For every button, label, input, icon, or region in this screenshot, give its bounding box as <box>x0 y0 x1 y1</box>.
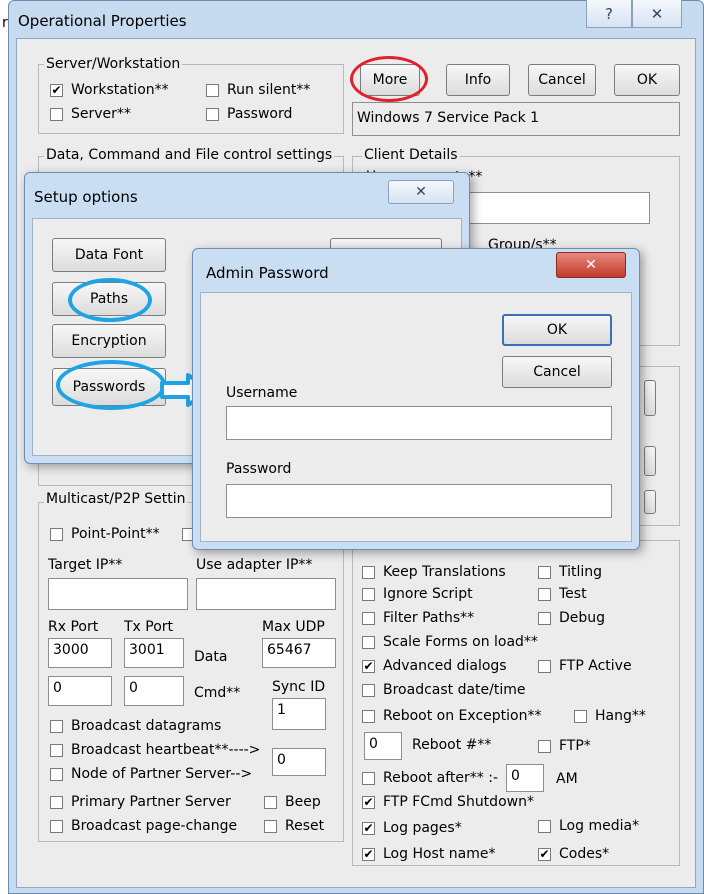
ftp-checkbox[interactable]: FTP* <box>538 736 591 756</box>
advanced-dialogs-checkbox[interactable]: ✔ Advanced dialogs <box>362 656 507 676</box>
reset-checkbox[interactable]: Reset <box>264 816 324 836</box>
hidden-button-edge-1[interactable] <box>644 380 656 416</box>
hang-checkbox[interactable]: Hang** <box>574 706 646 726</box>
server-checkbox[interactable]: Server** <box>50 104 131 124</box>
max-udp-field[interactable]: 65467 <box>262 638 336 668</box>
check-icon: ✔ <box>538 847 551 861</box>
cmd-rx-port-field[interactable]: 0 <box>48 676 112 706</box>
close-button[interactable]: ✕ <box>632 0 682 28</box>
broadcast-datetime-checkbox[interactable]: Broadcast date/time <box>362 680 526 700</box>
setup-options-title: Setup options <box>34 188 138 206</box>
reboot-exception-checkbox[interactable]: Reboot on Exception** <box>362 706 541 726</box>
titling-checkbox[interactable]: Titling <box>538 562 602 582</box>
reboot-number-label: Reboot #** <box>412 737 492 753</box>
admin-close-button[interactable]: ✕ <box>556 252 626 278</box>
os-version-display: Windows 7 Service Pack 1 <box>352 102 680 136</box>
check-icon: ✔ <box>362 847 375 861</box>
beep-checkbox[interactable]: Beep <box>264 792 321 812</box>
rx-port-field[interactable]: 3000 <box>48 638 112 668</box>
point-point-checkbox[interactable]: Point-Point** <box>50 524 160 544</box>
target-ip-label: Target IP** <box>48 557 123 573</box>
server-workstation-label: Server/Workstation <box>44 55 183 73</box>
broadcast-page-change-checkbox[interactable]: Broadcast page-change <box>50 816 237 836</box>
broadcast-heartbeat-checkbox[interactable]: Broadcast heartbeat**----> <box>50 740 260 760</box>
password-label: Password <box>226 461 292 477</box>
setup-close-button[interactable]: ✕ <box>388 180 454 204</box>
password-checkbox[interactable]: Password <box>206 104 292 124</box>
sync-id-field[interactable]: 1 <box>272 698 326 730</box>
hidden-button-edge-3[interactable] <box>644 490 656 514</box>
more-button[interactable]: More <box>360 64 420 96</box>
heartbeat-field[interactable]: 0 <box>272 748 326 776</box>
help-icon: ? <box>605 4 613 23</box>
adapter-ip-field[interactable] <box>196 578 336 610</box>
admin-ok-button[interactable]: OK <box>502 314 612 346</box>
data-label: Data <box>194 649 228 665</box>
background-text-fragment: r <box>2 15 8 31</box>
use-adapter-label: Use adapter IP** <box>196 557 313 573</box>
broadcast-datagrams-checkbox[interactable]: Broadcast datagrams <box>50 716 221 736</box>
cmd-label: Cmd** <box>194 685 241 701</box>
paths-button[interactable]: Paths <box>52 282 166 316</box>
close-icon: ✕ <box>415 184 427 200</box>
check-icon: ✔ <box>50 83 63 97</box>
hidden-button-edge-2[interactable] <box>644 446 656 476</box>
workstation-checkbox[interactable]: ✔ Workstation** <box>50 80 169 100</box>
log-media-checkbox[interactable]: Log media* <box>538 816 639 836</box>
data-settings-label: Data, Command and File control settings <box>44 146 335 164</box>
log-host-name-checkbox[interactable]: ✔ Log Host name* <box>362 844 496 864</box>
multicast-group <box>38 502 344 842</box>
cancel-button[interactable]: Cancel <box>528 64 596 96</box>
check-icon: ✔ <box>362 821 375 835</box>
ok-button[interactable]: OK <box>614 64 680 96</box>
am-label: AM <box>556 771 578 787</box>
test-checkbox[interactable]: Test <box>538 584 587 604</box>
debug-checkbox[interactable]: Debug <box>538 608 605 628</box>
ftp-active-checkbox[interactable]: FTP Active <box>538 656 632 676</box>
codes-checkbox[interactable]: ✔ Codes* <box>538 844 609 864</box>
tx-port-field[interactable]: 3001 <box>124 638 184 668</box>
admin-password-title: Admin Password <box>206 264 329 282</box>
max-udp-label: Max UDP <box>262 619 325 635</box>
close-icon: ✕ <box>650 4 664 23</box>
log-pages-checkbox[interactable]: ✔ Log pages* <box>362 818 462 838</box>
scale-forms-checkbox[interactable]: Scale Forms on load** <box>362 632 538 652</box>
help-button[interactable]: ? <box>586 0 632 28</box>
main-window-title: Operational Properties <box>18 12 187 30</box>
reboot-after-checkbox[interactable]: Reboot after** :- <box>362 768 498 788</box>
multicast-label: Multicast/P2P Settin <box>44 490 188 508</box>
password-input[interactable] <box>226 484 612 518</box>
admin-cancel-button[interactable]: Cancel <box>502 356 612 388</box>
target-ip-field[interactable] <box>48 578 188 610</box>
encryption-button[interactable]: Encryption <box>52 324 166 358</box>
ignore-script-checkbox[interactable]: Ignore Script <box>362 584 473 604</box>
tx-port-label: Tx Port <box>124 619 174 635</box>
data-font-button[interactable]: Data Font <box>52 238 166 272</box>
passwords-button[interactable]: Passwords <box>52 368 166 406</box>
reboot-after-field[interactable]: 0 <box>506 764 544 792</box>
cmd-tx-port-field[interactable]: 0 <box>124 676 184 706</box>
username-label: Username <box>226 385 298 401</box>
rx-port-label: Rx Port <box>48 619 99 635</box>
check-icon: ✔ <box>362 795 375 809</box>
ftp-fcmd-shutdown-checkbox[interactable]: ✔ FTP FCmd Shutdown* <box>362 792 534 812</box>
close-icon: ✕ <box>585 257 597 273</box>
client-details-label: Client Details <box>362 146 460 164</box>
node-partner-checkbox[interactable]: Node of Partner Server--> <box>50 764 252 784</box>
sync-id-label: Sync ID <box>272 679 326 695</box>
info-button[interactable]: Info <box>446 64 510 96</box>
check-icon: ✔ <box>362 659 375 673</box>
filter-paths-checkbox[interactable]: Filter Paths** <box>362 608 474 628</box>
primary-partner-checkbox[interactable]: Primary Partner Server <box>50 792 231 812</box>
reboot-number-field[interactable]: 0 <box>364 732 402 760</box>
run-silent-checkbox[interactable]: Run silent** <box>206 80 310 100</box>
username-input[interactable] <box>226 406 612 440</box>
keep-translations-checkbox[interactable]: Keep Translations <box>362 562 506 582</box>
